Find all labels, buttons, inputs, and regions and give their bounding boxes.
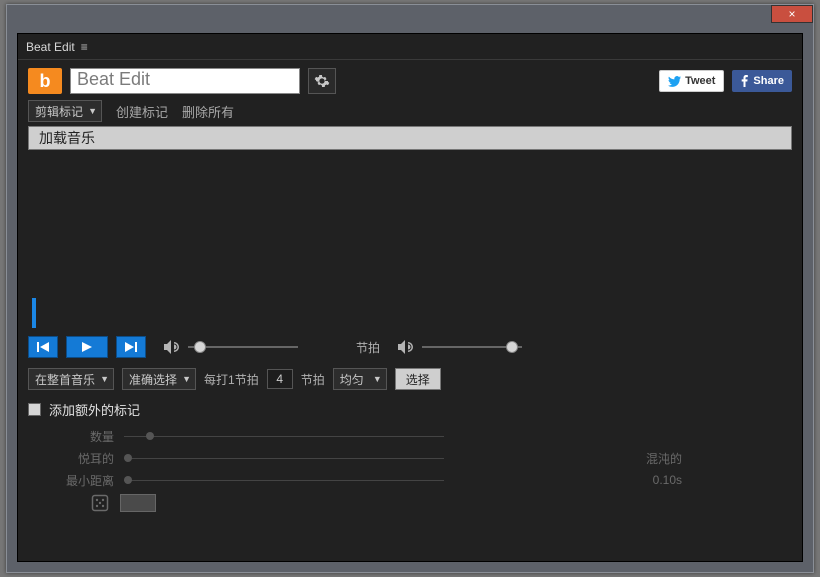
share-button[interactable]: Share <box>732 70 792 92</box>
beat-volume-icon <box>398 340 414 354</box>
even-label: 均匀 <box>340 371 364 388</box>
waveform-area[interactable] <box>28 158 792 328</box>
app-panel: Beat Edit ≡ b Beat Edit Tweet <box>17 33 803 562</box>
dice-icon <box>91 494 109 512</box>
precision-select[interactable]: 准确选择 <box>122 368 196 390</box>
every-beat-prefix: 每打1节拍 <box>204 371 259 388</box>
tweet-button[interactable]: Tweet <box>659 70 724 92</box>
marker-type-select[interactable]: 剪辑标记 <box>28 100 102 122</box>
playback-row: 节拍 <box>18 336 802 368</box>
quantity-row: 数量 <box>28 425 792 447</box>
tweet-label: Tweet <box>685 75 715 87</box>
extra-markers-section: 添加额外的标记 数量 悦耳的 混沌的 最小距离 0.10s <box>18 400 802 513</box>
facebook-icon <box>740 75 749 87</box>
panel-title-bar: Beat Edit ≡ <box>18 34 802 60</box>
scope-select[interactable]: 在整首音乐 <box>28 368 114 390</box>
load-music-button[interactable]: 加载音乐 <box>28 126 792 150</box>
window-buttons: × <box>771 5 813 23</box>
share-label: Share <box>753 75 784 87</box>
randomize-row <box>28 491 792 513</box>
marker-type-label: 剪辑标记 <box>35 103 83 120</box>
twitter-icon <box>668 76 681 87</box>
min-distance-row: 最小距离 0.10s <box>28 469 792 491</box>
skip-end-button[interactable] <box>116 336 146 358</box>
min-distance-value: 0.10s <box>653 473 682 487</box>
even-select[interactable]: 均匀 <box>333 368 387 390</box>
every-beat-suffix: 节拍 <box>301 371 325 388</box>
quantity-label: 数量 <box>28 428 114 445</box>
quantity-slider[interactable] <box>124 429 444 443</box>
logo-icon: b <box>28 68 62 94</box>
gear-icon <box>314 73 330 89</box>
extra-markers-checkbox[interactable] <box>28 403 41 416</box>
volume-slider[interactable] <box>188 337 298 357</box>
skip-start-button[interactable] <box>28 336 58 358</box>
play-button[interactable] <box>66 336 108 358</box>
marker-controls-row: 剪辑标记 创建标记 删除所有 <box>18 100 802 126</box>
window-frame: × Beat Edit ≡ b Beat Edit Tweet <box>6 4 814 573</box>
settings-button[interactable] <box>308 68 336 94</box>
beat-volume-label: 节拍 <box>356 339 380 356</box>
create-markers-button[interactable]: 创建标记 <box>116 102 168 121</box>
panel-menu-icon[interactable]: ≡ <box>81 40 88 54</box>
title-input[interactable]: Beat Edit <box>70 68 300 94</box>
precision-label: 准确选择 <box>129 371 177 388</box>
load-row: 加载音乐 <box>18 126 802 158</box>
panel-title: Beat Edit <box>26 40 75 54</box>
pleasant-label: 悦耳的 <box>28 450 114 467</box>
scope-label: 在整首音乐 <box>35 371 95 388</box>
window-close-button[interactable]: × <box>771 5 813 23</box>
choose-button[interactable]: 选择 <box>395 368 441 390</box>
header-row: b Beat Edit Tweet Share <box>18 60 802 100</box>
chaotic-label: 混沌的 <box>646 450 682 467</box>
selection-row: 在整首音乐 准确选择 每打1节拍 4 节拍 均匀 选择 <box>18 368 802 400</box>
extra-markers-toggle-row: 添加额外的标记 <box>28 400 792 419</box>
extra-markers-title: 添加额外的标记 <box>49 400 140 419</box>
skip-start-icon <box>37 342 49 352</box>
volume-icon <box>164 340 180 354</box>
min-distance-label: 最小距离 <box>28 472 114 489</box>
skip-end-icon <box>125 342 137 352</box>
min-distance-slider[interactable] <box>124 473 444 487</box>
beat-volume-slider[interactable] <box>422 337 522 357</box>
pleasant-chaotic-slider[interactable] <box>124 451 444 465</box>
playhead-indicator <box>32 298 36 328</box>
color-swatch[interactable] <box>120 494 156 512</box>
play-icon <box>82 342 92 352</box>
randomize-button[interactable] <box>90 493 110 513</box>
every-beat-value[interactable]: 4 <box>267 369 293 389</box>
delete-all-button[interactable]: 删除所有 <box>182 102 234 121</box>
pleasant-row: 悦耳的 混沌的 <box>28 447 792 469</box>
